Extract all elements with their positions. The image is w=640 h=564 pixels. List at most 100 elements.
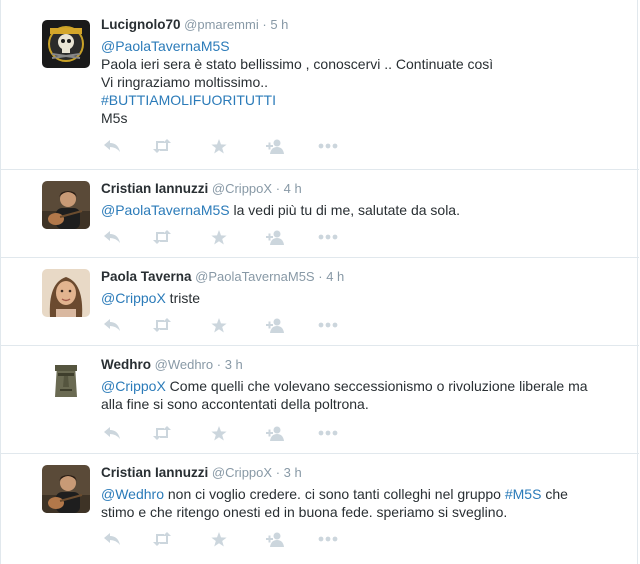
follow-button[interactable] — [264, 425, 286, 441]
separator: · — [275, 181, 281, 196]
tweet-item[interactable]: Cristian Iannuzzi @CrippoX · 3 h @Wedhro… — [1, 454, 639, 564]
more-button[interactable] — [317, 317, 339, 333]
tweet-item[interactable]: Paola Taverna @PaolaTavernaM5S · 4 h @Cr… — [1, 258, 639, 346]
avatar[interactable] — [42, 20, 90, 68]
favorite-button[interactable] — [208, 229, 230, 245]
favorite-button[interactable] — [208, 138, 230, 154]
timestamp[interactable]: 4 h — [326, 269, 344, 284]
author-name[interactable]: Wedhro — [101, 357, 151, 372]
more-icon — [318, 536, 338, 542]
follow-icon — [266, 318, 284, 333]
author-handle[interactable]: @pmaremmi — [184, 17, 259, 32]
gnr-logo-avatar — [42, 20, 90, 68]
favorite-button[interactable] — [208, 531, 230, 547]
tweet-header: Cristian Iannuzzi @CrippoX · 4 h — [101, 181, 302, 197]
retweet-button[interactable] — [151, 138, 173, 154]
avatar[interactable] — [42, 269, 90, 317]
tweet-header: Wedhro @Wedhro · 3 h — [101, 357, 243, 373]
author-handle[interactable]: @PaolaTavernaM5S — [195, 269, 314, 284]
tweet-item[interactable]: Wedhro @Wedhro · 3 h @CrippoX Come quell… — [1, 346, 639, 454]
timestamp[interactable]: 3 h — [225, 357, 243, 372]
mention-link[interactable]: @CrippoX — [101, 378, 166, 394]
retweet-button[interactable] — [151, 531, 173, 547]
follow-icon — [266, 426, 284, 441]
mention-link[interactable]: @PaolaTavernaM5S — [101, 38, 230, 54]
tweet-text: @PaolaTavernaM5S Paola ieri sera è stato… — [101, 37, 621, 127]
favorite-button[interactable] — [208, 317, 230, 333]
author-handle[interactable]: @CrippoX — [212, 465, 272, 480]
favorite-icon — [211, 229, 227, 245]
tweet-text-line: stimo e che ritengo onesti ed in buona f… — [101, 504, 508, 520]
tweet-text-line: Vi ringraziamo moltissimo.. — [101, 74, 269, 90]
tweet-text: @Wedhro non ci voglio credere. ci sono t… — [101, 485, 621, 521]
avatar[interactable] — [42, 465, 90, 513]
mention-link[interactable]: @CrippoX — [101, 290, 166, 306]
author-name[interactable]: Lucignolo70 — [101, 17, 181, 32]
reply-icon — [103, 139, 121, 153]
reply-icon — [103, 426, 121, 440]
tweet-timeline: Lucignolo70 @pmaremmi · 5 h @PaolaTavern… — [0, 0, 639, 564]
follow-button[interactable] — [264, 229, 286, 245]
moai-statue-avatar — [42, 357, 90, 405]
tweet-header: Cristian Iannuzzi @CrippoX · 3 h — [101, 465, 302, 481]
follow-button[interactable] — [264, 138, 286, 154]
tweet-text-line: Come quelli che volevano seccessionismo … — [165, 378, 588, 394]
favorite-icon — [211, 425, 227, 441]
more-button[interactable] — [317, 138, 339, 154]
tweet-text-line: che — [541, 486, 568, 502]
tweet-actions — [101, 317, 361, 333]
favorite-button[interactable] — [208, 425, 230, 441]
man-with-guitar-avatar — [42, 181, 90, 229]
hashtag-link[interactable]: #BUTTIAMOLIFUORITUTTI — [101, 92, 276, 108]
author-handle[interactable]: @Wedhro — [155, 357, 213, 372]
more-icon — [318, 430, 338, 436]
author-handle[interactable]: @CrippoX — [212, 181, 272, 196]
timestamp[interactable]: 3 h — [284, 465, 302, 480]
separator: · — [216, 357, 222, 372]
reply-icon — [103, 318, 121, 332]
tweet-text-line: Paola ieri sera è stato bellissimo , con… — [101, 56, 494, 72]
mention-link[interactable]: @Wedhro — [101, 486, 164, 502]
tweet-actions — [101, 138, 361, 154]
follow-icon — [266, 532, 284, 547]
follow-button[interactable] — [264, 531, 286, 547]
timestamp[interactable]: 4 h — [284, 181, 302, 196]
tweet-item[interactable]: Cristian Iannuzzi @CrippoX · 4 h @PaolaT… — [1, 170, 639, 258]
reply-button[interactable] — [101, 229, 123, 245]
follow-icon — [266, 230, 284, 245]
separator: · — [318, 269, 323, 284]
retweet-button[interactable] — [151, 425, 173, 441]
follow-button[interactable] — [264, 317, 286, 333]
tweet-text: @PaolaTavernaM5S la vedi più tu di me, s… — [101, 201, 621, 219]
tweet-text-line: alla fine si sono accontentati della pol… — [101, 396, 369, 412]
retweet-button[interactable] — [151, 229, 173, 245]
reply-icon — [103, 230, 121, 244]
reply-button[interactable] — [101, 138, 123, 154]
man-with-guitar-avatar — [42, 465, 90, 513]
favorite-icon — [211, 531, 227, 547]
retweet-button[interactable] — [151, 317, 173, 333]
avatar[interactable] — [42, 357, 90, 405]
author-name[interactable]: Cristian Iannuzzi — [101, 181, 208, 196]
more-icon — [318, 322, 338, 328]
follow-icon — [266, 139, 284, 154]
author-name[interactable]: Paola Taverna — [101, 269, 192, 284]
reply-button[interactable] — [101, 317, 123, 333]
separator: · — [275, 465, 281, 480]
tweet-text-line: non ci voglio credere. ci sono tanti col… — [163, 486, 505, 502]
timestamp[interactable]: 5 h — [270, 17, 288, 32]
reply-button[interactable] — [101, 531, 123, 547]
mention-link[interactable]: @PaolaTavernaM5S — [101, 202, 230, 218]
retweet-icon — [152, 426, 172, 440]
more-button[interactable] — [317, 425, 339, 441]
tweet-text-line: triste — [165, 290, 201, 306]
reply-button[interactable] — [101, 425, 123, 441]
tweet-header: Lucignolo70 @pmaremmi · 5 h — [101, 17, 288, 33]
more-button[interactable] — [317, 229, 339, 245]
avatar[interactable] — [42, 181, 90, 229]
author-name[interactable]: Cristian Iannuzzi — [101, 465, 208, 480]
more-button[interactable] — [317, 531, 339, 547]
retweet-icon — [152, 139, 172, 153]
hashtag-link[interactable]: #M5S — [505, 486, 542, 502]
tweet-item[interactable]: Lucignolo70 @pmaremmi · 5 h @PaolaTavern… — [1, 0, 639, 170]
